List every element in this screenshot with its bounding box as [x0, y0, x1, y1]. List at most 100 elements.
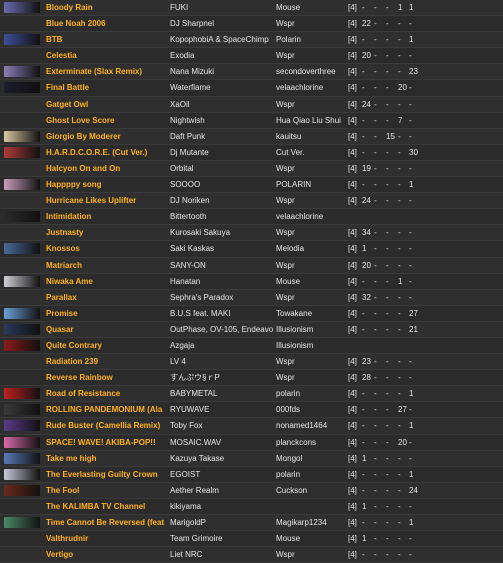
song-row[interactable]: Exterminate (Slax Remix) Nana Mizuki sec… — [0, 64, 503, 81]
song-row[interactable]: Giorgio By Moderer Daft Punk kauitsu [4]… — [0, 128, 503, 145]
song-row[interactable]: Justnasty Kurosaki Sakuya Wspr [4] 34 - … — [0, 225, 503, 242]
song-charter: Wspr — [276, 373, 295, 383]
song-row[interactable]: Hurricane Likes Uplifter DJ Noriken Wspr… — [0, 193, 503, 210]
song-row[interactable]: SPACE! WAVE! AKIBA-POP!! MOSAIC.WAV plan… — [0, 435, 503, 451]
count-col-1: 20 — [362, 260, 371, 270]
count-col-1: - — [362, 83, 365, 93]
count-col-3: - — [386, 35, 389, 45]
count-col-1: - — [362, 324, 365, 334]
song-title[interactable]: Rude Buster (Camellia Remix) — [46, 418, 164, 434]
song-row[interactable]: The Fool Aether Realm Cuckson [4] - - - … — [0, 482, 503, 499]
song-row[interactable]: Ghost Love Score Nightwish Hua Qiao Liu … — [0, 113, 503, 129]
song-artist: Daft Punk — [170, 131, 206, 141]
song-title[interactable]: Quasar — [46, 322, 164, 338]
song-row[interactable]: Intimidation Bittertooth velaachlorine — [0, 209, 503, 226]
difficulty-tag: [4] — [348, 453, 357, 463]
song-row[interactable]: Quite Contrary Azgaja Illusionism — [0, 338, 503, 355]
song-title[interactable]: Ghost Love Score — [46, 113, 164, 129]
song-row[interactable]: Matriarch SANY-ON Wspr [4] 20 - - - - — [0, 257, 503, 274]
song-thumbnail — [4, 307, 40, 319]
song-row[interactable]: Time Cannot Be Reversed (feat. MarigoldP… — [0, 515, 503, 532]
song-title[interactable]: The Fool — [46, 483, 164, 499]
song-charter: Mouse — [276, 276, 301, 286]
song-row[interactable]: Take me high Kazuya Takase Mongol [4] 1 … — [0, 450, 503, 467]
song-row[interactable]: Blue Noah 2006 DJ Sharpnel Wspr [4] 22 -… — [0, 16, 503, 33]
song-title[interactable]: Intimidation — [46, 209, 164, 225]
song-charter: Wspr — [276, 228, 295, 238]
song-title[interactable]: Road of Resistance — [46, 386, 164, 402]
song-title[interactable]: Hurricane Likes Uplifter — [46, 193, 164, 209]
song-row[interactable]: Reverse Rainbow すんぷウ§ｒP Wspr [4] 28 - - … — [0, 370, 503, 387]
song-row[interactable]: Happppy song SOOOO POLARIN [4] - - - - 1 — [0, 177, 503, 194]
song-title[interactable]: Happppy song — [46, 177, 164, 193]
song-title[interactable]: Parallax — [46, 290, 164, 306]
difficulty-tag: [4] — [348, 421, 357, 431]
difficulty-tag: [4] — [348, 196, 357, 206]
song-title[interactable]: Giorgio By Moderer — [46, 129, 164, 145]
song-title[interactable]: Take me high — [46, 451, 164, 467]
song-row[interactable]: The KALIMBA TV Channel kikiyama [4] 1 - … — [0, 499, 503, 515]
song-title[interactable]: SPACE! WAVE! AKIBA-POP!! — [46, 435, 164, 451]
song-row[interactable]: Radiation 239 LV 4 Wspr [4] 23 - - - - — [0, 354, 503, 371]
difficulty-tag: [4] — [348, 228, 357, 238]
song-title[interactable]: Halcyon On and On — [46, 161, 164, 177]
song-title[interactable]: The KALIMBA TV Channel — [46, 499, 164, 515]
song-row[interactable]: ROLLING PANDEMONIUM (Ala RYUWAVE 000fds … — [0, 402, 503, 419]
song-title[interactable]: Promise — [46, 306, 164, 322]
count-col-3: - — [386, 196, 389, 206]
song-row[interactable]: Parallax Sephra's Paradox Wspr [4] 32 - … — [0, 289, 503, 306]
count-col-2: - — [374, 421, 377, 431]
song-row[interactable]: Road of Resistance BABYMETAL polarin [4]… — [0, 386, 503, 403]
song-title[interactable]: Reverse Rainbow — [46, 370, 164, 386]
song-title[interactable]: The Everlasting Guilty Crown — [46, 467, 164, 483]
song-row[interactable]: Bloody Rain FUKI Mouse [4] - - - 1 1 — [0, 0, 503, 17]
song-row[interactable]: The Everlasting Guilty Crown EGOIST pola… — [0, 467, 503, 483]
song-row[interactable]: Valthrudnir Team Grimoire Mouse [4] 1 - … — [0, 531, 503, 548]
song-row[interactable]: H.A.R.D.C.O.R.E. (Cut Ver.) Dj Mutante C… — [0, 145, 503, 161]
song-charter: 000fds — [276, 405, 301, 415]
song-thumbnail — [4, 388, 40, 400]
count-col-1: - — [362, 115, 365, 125]
song-title[interactable]: Exterminate (Slax Remix) — [46, 64, 164, 80]
song-title[interactable]: H.A.R.D.C.O.R.E. (Cut Ver.) — [46, 145, 164, 161]
song-thumbnail — [4, 420, 40, 432]
song-row[interactable]: Rude Buster (Camellia Remix) Toby Fox no… — [0, 418, 503, 435]
song-title[interactable]: Gatget Owl — [46, 97, 164, 113]
song-row[interactable]: Vertigo Liet NRC Wspr [4] - - - - - — [0, 547, 503, 563]
song-title[interactable]: BTB — [46, 32, 164, 48]
song-title[interactable]: Matriarch — [46, 258, 164, 274]
count-col-3: - — [386, 373, 389, 383]
song-title[interactable]: Vertigo — [46, 547, 164, 563]
song-title[interactable]: Justnasty — [46, 225, 164, 241]
song-row[interactable]: Final Battle Waterflame velaachlorine [4… — [0, 80, 503, 97]
song-title[interactable]: Quite Contrary — [46, 338, 164, 354]
song-row[interactable]: Halcyon On and On Orbital Wspr [4] 19 - … — [0, 160, 503, 178]
song-row[interactable]: Gatget Owl XaOil Wspr [4] 24 - - - - — [0, 96, 503, 113]
song-row[interactable]: Knossos Saki Kaskas Melodia [4] 1 - - - … — [0, 241, 503, 258]
song-row[interactable]: Quasar OutPhase, OV-105, Endeavour Illus… — [0, 321, 503, 338]
song-thumbnail — [4, 34, 40, 46]
song-title[interactable]: Bloody Rain — [46, 0, 164, 16]
song-title[interactable]: ROLLING PANDEMONIUM (Ala — [46, 402, 164, 418]
count-col-3: - — [386, 308, 389, 318]
song-title[interactable]: Celestia — [46, 48, 164, 64]
song-row[interactable]: Promise B.U.S feat. MAKI Towakane [4] - … — [0, 306, 503, 322]
count-col-3: - — [386, 421, 389, 431]
song-title[interactable]: Valthrudnir — [46, 531, 164, 547]
song-row[interactable]: Celestia Exodia Wspr [4] 20 - - - - — [0, 48, 503, 65]
song-title[interactable]: Time Cannot Be Reversed (feat. — [46, 515, 164, 531]
song-title[interactable]: Final Battle — [46, 80, 164, 96]
song-title[interactable]: Radiation 239 — [46, 354, 164, 370]
song-title[interactable]: Niwaka Ame — [46, 274, 164, 290]
song-row[interactable]: Niwaka Ame Hanatan Mouse [4] - - - 1 - — [0, 274, 503, 290]
song-row[interactable]: BTB KopophobiA & SpaceChimp Polarin [4] … — [0, 32, 503, 49]
count-col-3: - — [386, 469, 389, 479]
difficulty-tag: [4] — [348, 3, 357, 12]
count-col-5: - — [409, 196, 412, 206]
song-title[interactable]: Blue Noah 2006 — [46, 16, 164, 32]
count-col-1: - — [362, 485, 365, 495]
difficulty-tag: [4] — [348, 99, 357, 109]
count-col-2: - — [374, 3, 377, 12]
song-title[interactable]: Knossos — [46, 241, 164, 257]
count-col-3: - — [386, 518, 389, 527]
